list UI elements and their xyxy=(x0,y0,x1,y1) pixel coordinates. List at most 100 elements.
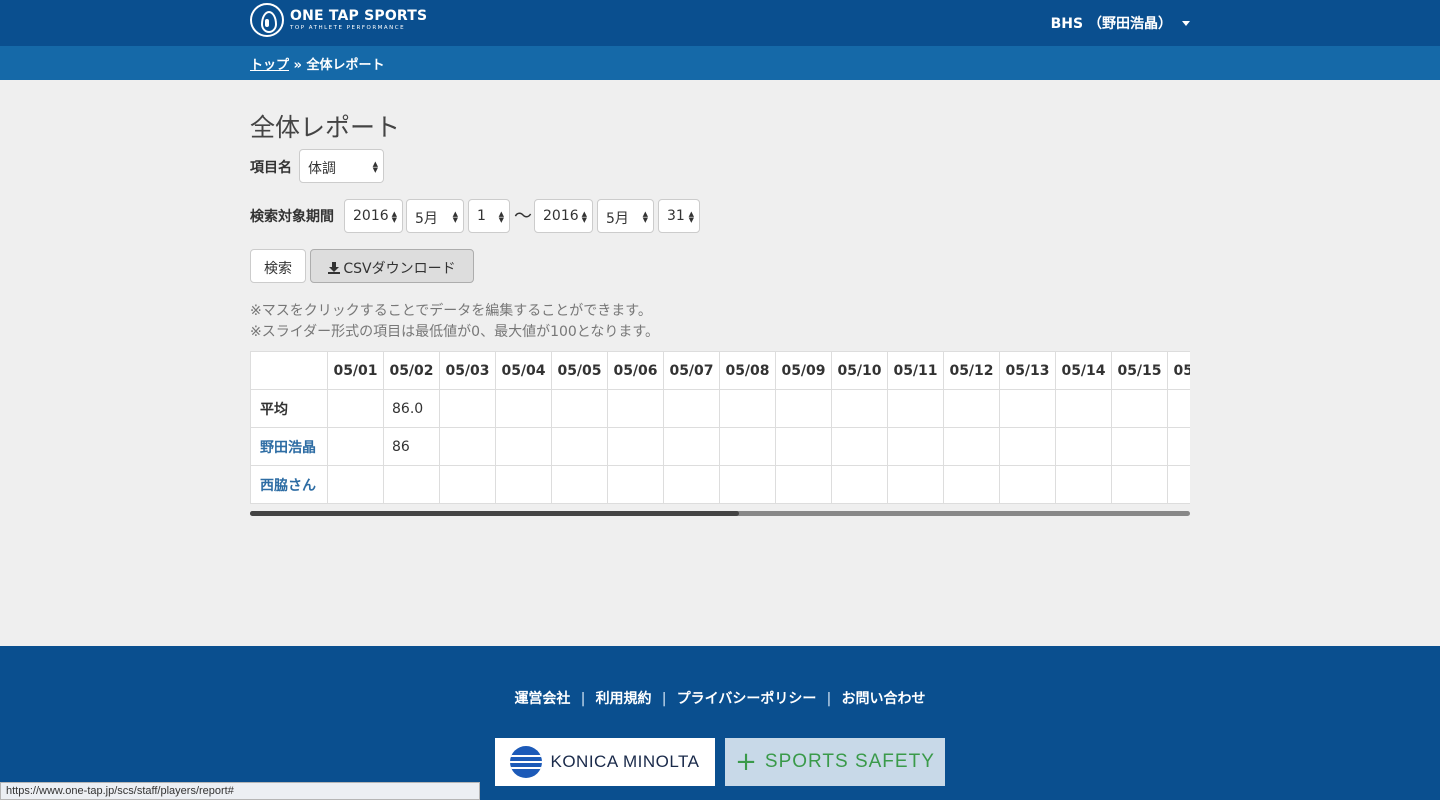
from-day-select[interactable]: 1 ▲ ▼ xyxy=(468,199,510,233)
footer-link-company[interactable]: 運営会社 xyxy=(504,691,580,707)
footer-link-privacy[interactable]: プライバシーポリシー xyxy=(667,691,827,707)
table-cell xyxy=(1167,389,1190,428)
brand-text: ONE TAP SPORTS TOP ATHLETE PERFORMANCE xyxy=(290,8,427,32)
table-cell[interactable] xyxy=(775,465,832,504)
search-button[interactable]: 検索 xyxy=(250,249,306,283)
row-label-player[interactable]: 野田浩晶 xyxy=(250,427,328,466)
date-column-header: 05/04 xyxy=(495,351,552,390)
table-cell[interactable] xyxy=(1055,465,1112,504)
footer-divider: | xyxy=(661,691,667,707)
table-cell[interactable] xyxy=(495,427,552,466)
table-cell[interactable] xyxy=(999,427,1056,466)
horizontal-scrollbar[interactable] xyxy=(250,511,1190,516)
table-cell[interactable] xyxy=(887,465,944,504)
table-cell[interactable]: 86 xyxy=(383,427,440,466)
table-cell[interactable] xyxy=(439,427,496,466)
table-cell[interactable] xyxy=(1167,427,1190,466)
table-cell[interactable] xyxy=(775,427,832,466)
date-column-header: 05/06 xyxy=(607,351,664,390)
table-header-row: 05/01 05/02 05/03 05/04 05/05 05/06 05/07 05/08… xyxy=(250,351,1190,390)
to-month-select[interactable]: 5月 ▲ ▼ xyxy=(597,199,654,233)
table-cell[interactable] xyxy=(607,465,664,504)
table-cell[interactable] xyxy=(831,465,888,504)
page-title: 全体レポート xyxy=(250,113,401,142)
table-cell[interactable] xyxy=(719,427,776,466)
csv-download-button[interactable]: CSVダウンロード xyxy=(310,249,474,283)
table-cell[interactable] xyxy=(495,465,552,504)
table-cell[interactable] xyxy=(999,465,1056,504)
select-arrows-icon: ▲ ▼ xyxy=(372,160,378,174)
date-column-header: 05/08 xyxy=(719,351,776,390)
table-cell xyxy=(327,389,384,428)
scrollbar-thumb[interactable] xyxy=(250,511,739,516)
konica-minolta-banner[interactable]: KONICA MINOLTA xyxy=(495,738,715,786)
brand-logo[interactable]: ONE TAP SPORTS TOP ATHLETE PERFORMANCE xyxy=(250,3,427,37)
to-year-select[interactable]: 2016 ▲ ▼ xyxy=(534,199,593,233)
table-cell[interactable] xyxy=(327,427,384,466)
table-cell xyxy=(719,389,776,428)
date-column-header: 05/02 xyxy=(383,351,440,390)
report-table-scroll[interactable]: 05/01 05/02 05/03 05/04 05/05 05/06 05/07 05/08… xyxy=(250,351,1190,504)
footer-link-contact[interactable]: お問い合わせ xyxy=(832,691,936,707)
table-cell[interactable] xyxy=(831,427,888,466)
table-cell[interactable] xyxy=(663,465,720,504)
konica-minolta-globe-icon xyxy=(510,746,543,778)
row-label-player[interactable]: 西脇さん xyxy=(250,465,328,504)
table-cell[interactable] xyxy=(943,465,1000,504)
from-day-value: 1 xyxy=(477,208,486,224)
table-cell[interactable] xyxy=(943,427,1000,466)
top-navbar: ONE TAP SPORTS TOP ATHLETE PERFORMANCE B… xyxy=(0,0,1440,46)
item-name-select[interactable]: 体調 ▲ ▼ xyxy=(299,149,384,183)
table-cell xyxy=(1111,389,1168,428)
table-cell xyxy=(439,389,496,428)
table-cell[interactable] xyxy=(1111,465,1168,504)
table-cell[interactable] xyxy=(1055,427,1112,466)
from-year-value: 2016 xyxy=(353,208,389,224)
select-arrows-icon: ▲ ▼ xyxy=(452,210,458,224)
table-cell xyxy=(663,389,720,428)
table-cell[interactable] xyxy=(887,427,944,466)
table-cell[interactable] xyxy=(1167,465,1190,504)
period-label: 検索対象期間 xyxy=(250,209,334,225)
report-table: 05/01 05/02 05/03 05/04 05/05 05/06 05/07 05/08… xyxy=(250,351,1190,504)
sports-safety-banner[interactable]: + SPORTS SAFETY xyxy=(725,738,945,786)
select-arrows-icon: ▲ ▼ xyxy=(581,210,587,224)
to-day-select[interactable]: 31 ▲ ▼ xyxy=(658,199,700,233)
table-cell[interactable] xyxy=(439,465,496,504)
footer: 運営会社 | 利用規約 | プライバシーポリシー | お問い合わせ KONICA MINOL… xyxy=(0,646,1440,800)
table-cell[interactable] xyxy=(719,465,776,504)
breadcrumb-home-link[interactable]: トップ xyxy=(250,58,289,73)
from-month-select[interactable]: 5月 ▲ ▼ xyxy=(406,199,464,233)
table-cell[interactable] xyxy=(607,427,664,466)
user-menu[interactable]: BHS （野田浩晶） xyxy=(1051,13,1190,33)
footer-links: 運営会社 | 利用規約 | プライバシーポリシー | お問い合わせ xyxy=(0,688,1440,708)
date-column-header: 05/14 xyxy=(1055,351,1112,390)
table-row: 平均 86.0 xyxy=(250,389,1190,428)
download-icon xyxy=(328,262,341,274)
table-cell[interactable] xyxy=(663,427,720,466)
table-cell: 86.0 xyxy=(383,389,440,428)
table-cell[interactable] xyxy=(383,465,440,504)
footer-link-terms[interactable]: 利用規約 xyxy=(586,691,662,707)
footer-divider: | xyxy=(826,691,832,707)
table-row: 西脇さん xyxy=(250,465,1190,504)
table-cell[interactable] xyxy=(551,465,608,504)
table-cell[interactable] xyxy=(551,427,608,466)
table-cell[interactable] xyxy=(1111,427,1168,466)
user-menu-label: BHS （野田浩晶） xyxy=(1050,16,1172,32)
date-column-header: 05/16 xyxy=(1167,351,1190,390)
date-column-header: 05/07 xyxy=(663,351,720,390)
from-year-select[interactable]: 2016 ▲ ▼ xyxy=(344,199,403,233)
breadcrumb: トップ » 全体レポート xyxy=(250,54,385,73)
date-column-header: 05/09 xyxy=(775,351,832,390)
konica-minolta-text: KONICA MINOLTA xyxy=(550,752,700,771)
table-cell[interactable] xyxy=(327,465,384,504)
date-column-header: 05/11 xyxy=(887,351,944,390)
note-edit: ※マスをクリックすることでデータを編集することができます。 xyxy=(250,303,652,319)
select-arrows-icon: ▲ ▼ xyxy=(642,210,648,224)
to-day-value: 31 xyxy=(667,208,685,224)
date-column-header: 05/05 xyxy=(551,351,608,390)
table-corner-cell xyxy=(250,351,328,390)
select-arrows-icon: ▲ ▼ xyxy=(498,210,504,224)
date-column-header: 05/01 xyxy=(327,351,384,390)
